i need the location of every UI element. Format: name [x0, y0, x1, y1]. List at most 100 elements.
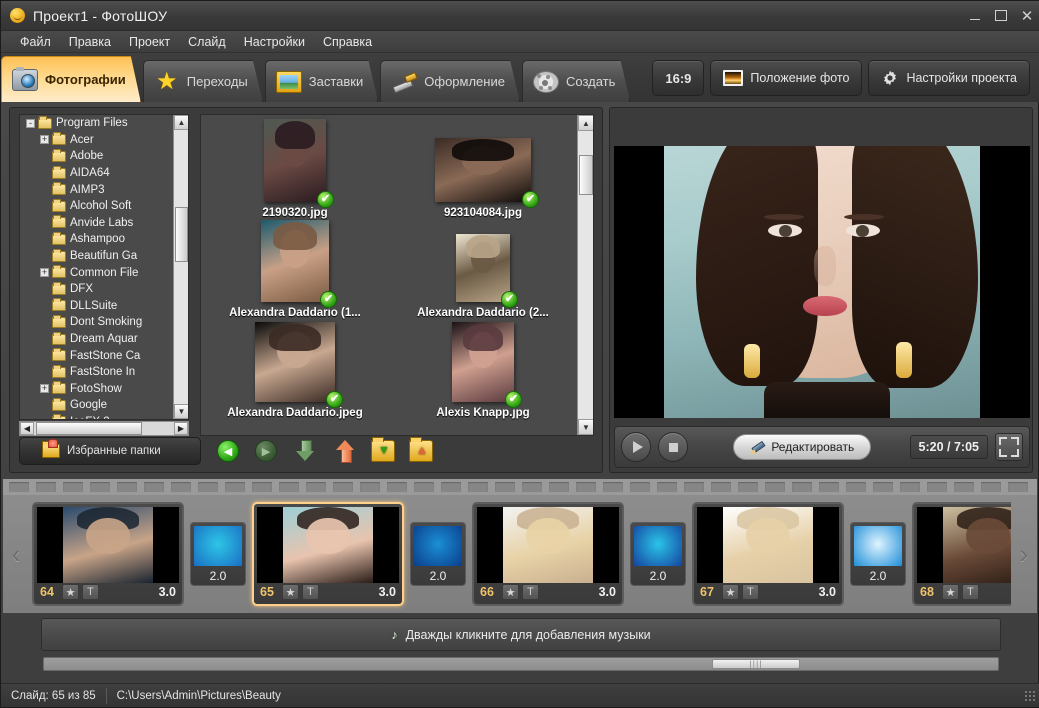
fullscreen-icon[interactable] — [995, 433, 1023, 461]
preview-canvas[interactable] — [614, 146, 1030, 418]
tree-item[interactable]: -Program Files — [20, 115, 173, 132]
tree-item[interactable]: Dont Smoking — [20, 314, 173, 331]
play-icon[interactable] — [621, 432, 651, 462]
timeline-slide[interactable]: 68★T3.0 — [912, 502, 1011, 606]
timeline-transition[interactable]: 2.0 — [630, 522, 686, 586]
menu-item-settings[interactable]: Настройки — [235, 33, 314, 51]
tree-item[interactable]: Ashampoo — [20, 231, 173, 248]
thumbnail-item[interactable]: ✔Alexandra Daddario (1... — [201, 219, 389, 319]
tab-intros[interactable]: Заставки — [265, 60, 378, 102]
slide-effect-star-icon[interactable]: ★ — [502, 584, 519, 600]
slide-effect-star-icon[interactable]: ★ — [62, 584, 79, 600]
timeline-transition[interactable]: 2.0 — [850, 522, 906, 586]
tree-item[interactable]: Adobe — [20, 148, 173, 165]
folder-add-icon[interactable] — [371, 440, 395, 462]
menu-item-help[interactable]: Справка — [314, 33, 381, 51]
tree-item[interactable]: FastStone Ca — [20, 347, 173, 364]
hscroll-right-button[interactable]: ▶ — [174, 422, 188, 435]
aspect-ratio-button[interactable]: 16:9 — [652, 60, 704, 96]
tree-item[interactable]: DLLSuite — [20, 298, 173, 315]
scroll-down-button[interactable]: ▼ — [174, 404, 189, 419]
menu-item-file[interactable]: Файл — [11, 33, 60, 51]
checkmark-icon[interactable]: ✔ — [317, 191, 334, 208]
checkmark-icon[interactable]: ✔ — [326, 391, 343, 408]
timeline-hscrollbar-thumb[interactable]: |||| — [712, 659, 800, 669]
slide-text-icon[interactable]: T — [742, 584, 759, 600]
thumbnail-item[interactable]: ✔923104084.jpg — [389, 119, 577, 219]
timeline-hscrollbar[interactable]: |||| — [43, 657, 999, 671]
remove-up-icon[interactable] — [335, 439, 357, 463]
tab-design[interactable]: Оформление — [380, 60, 520, 102]
timeline-transition[interactable]: 2.0 — [410, 522, 466, 586]
photo-position-button[interactable]: Положение фото — [710, 60, 862, 96]
thumb-scroll-down-button[interactable]: ▼ — [578, 419, 594, 435]
slide-text-icon[interactable]: T — [82, 584, 99, 600]
tree-item[interactable]: +Acer — [20, 132, 173, 149]
folder-remove-icon[interactable] — [409, 440, 433, 462]
tree-item[interactable]: AIDA64 — [20, 165, 173, 182]
folder-tree-scrollbar[interactable]: ▲ ▼ — [173, 115, 188, 419]
minimize-button[interactable] — [962, 3, 988, 29]
timeline-slide[interactable]: 67★T3.0 — [692, 502, 844, 606]
thumbnail-item[interactable]: ✔2190320.jpg — [201, 119, 389, 219]
menu-item-edit[interactable]: Правка — [60, 33, 120, 51]
checkmark-icon[interactable]: ✔ — [505, 391, 522, 408]
hscroll-left-button[interactable]: ◀ — [20, 422, 34, 435]
scrollbar-thumb[interactable] — [175, 207, 188, 262]
tab-create[interactable]: Создать — [522, 60, 630, 102]
tree-expander-icon[interactable]: + — [40, 135, 49, 144]
tree-item[interactable]: Dream Aquar — [20, 331, 173, 348]
resize-grip[interactable] — [1024, 690, 1036, 702]
checkmark-icon[interactable]: ✔ — [320, 291, 337, 308]
tree-item[interactable]: +Common File — [20, 264, 173, 281]
thumbnail-item[interactable]: ✔Alexis Knapp.jpg — [389, 319, 577, 419]
edit-button[interactable]: Редактировать — [733, 434, 871, 460]
project-settings-button[interactable]: Настройки проекта — [868, 60, 1030, 96]
maximize-button[interactable] — [988, 3, 1014, 29]
timeline-slide[interactable]: 66★T3.0 — [472, 502, 624, 606]
tree-item[interactable]: +FotoShow — [20, 381, 173, 398]
tree-expander-icon[interactable]: + — [40, 268, 49, 277]
slide-text-icon[interactable]: T — [522, 584, 539, 600]
slide-effect-star-icon[interactable]: ★ — [282, 584, 299, 600]
tab-transitions[interactable]: ★ Переходы — [143, 60, 263, 102]
slide-text-icon[interactable]: T — [962, 584, 979, 600]
timeline-transition[interactable]: 2.0 — [190, 522, 246, 586]
thumb-scroll-up-button[interactable]: ▲ — [578, 115, 594, 131]
forward-arrow-icon[interactable]: ▶ — [255, 440, 277, 462]
folder-tree[interactable]: -Program Files+AcerAdobeAIDA64AIMP3Alcoh… — [19, 114, 189, 420]
back-arrow-icon[interactable]: ◀ — [217, 440, 239, 462]
folder-tree-hscrollbar[interactable]: ◀ ▶ — [19, 421, 189, 436]
favorite-folders-button[interactable]: Избранные папки — [19, 437, 201, 465]
tree-expander-icon[interactable]: - — [26, 119, 35, 128]
timeline-next-button[interactable]: › — [1013, 534, 1035, 574]
tree-item[interactable]: DFX — [20, 281, 173, 298]
tree-expander-icon[interactable]: + — [40, 384, 49, 393]
tree-item[interactable]: FastStone In — [20, 364, 173, 381]
thumbnail-item[interactable]: ✔Alexandra Daddario.jpeg — [201, 319, 389, 419]
add-down-icon[interactable] — [295, 439, 317, 463]
menu-item-project[interactable]: Проект — [120, 33, 179, 51]
tree-item[interactable]: AIMP3 — [20, 181, 173, 198]
slide-effect-star-icon[interactable]: ★ — [942, 584, 959, 600]
close-button[interactable]: ✕ — [1014, 3, 1039, 29]
tab-photos[interactable]: Фотографии — [1, 56, 141, 102]
tree-item[interactable]: Anvide Labs — [20, 215, 173, 232]
hscrollbar-thumb[interactable] — [36, 422, 142, 435]
checkmark-icon[interactable]: ✔ — [522, 191, 539, 208]
tree-item[interactable]: Beautifun Ga — [20, 248, 173, 265]
tree-item[interactable]: Alcohol Soft — [20, 198, 173, 215]
music-track-bar[interactable]: ♪ Дважды кликните для добавления музыки — [41, 618, 1001, 651]
thumbnail-item[interactable]: ✔Alexandra Daddario (2... — [389, 219, 577, 319]
timeline-prev-button[interactable]: ‹ — [5, 534, 27, 574]
timeline-slide[interactable]: 64★T3.0 — [32, 502, 184, 606]
timeline-slide[interactable]: 65★T3.0 — [252, 502, 404, 606]
stop-icon[interactable] — [658, 432, 688, 462]
slide-effect-star-icon[interactable]: ★ — [722, 584, 739, 600]
tree-item[interactable]: IcoFX 2 — [20, 414, 173, 419]
tree-item[interactable]: Google — [20, 397, 173, 414]
scroll-up-button[interactable]: ▲ — [174, 115, 189, 130]
thumb-scrollbar-thumb[interactable] — [579, 155, 593, 195]
checkmark-icon[interactable]: ✔ — [501, 291, 518, 308]
slide-text-icon[interactable]: T — [302, 584, 319, 600]
